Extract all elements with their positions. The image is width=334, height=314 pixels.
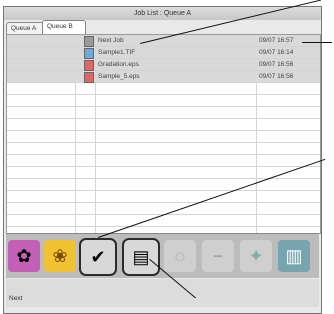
queue-tabs: Queue A Queue B — [6, 20, 321, 34]
tab-queue-b[interactable]: Queue B — [42, 20, 86, 34]
job-list-table: Next Job 09/07 16:57 Sample1.TIF 09/07 1… — [6, 34, 321, 234]
printer-job-icon — [84, 36, 94, 47]
sunflower-icon[interactable]: ❀ — [44, 240, 76, 272]
checkmark-queue-icon[interactable]: ✔ — [79, 238, 117, 276]
job-name: Gradation.eps — [98, 61, 139, 68]
window-title: Job List : Queue A — [4, 7, 321, 20]
empty-row — [7, 155, 320, 167]
tif-file-icon — [84, 48, 94, 59]
table-row[interactable]: Sample_5.eps 09/07 16:56 — [7, 71, 320, 83]
empty-row — [7, 119, 320, 131]
job-time: 09/07 16:56 — [259, 61, 294, 68]
scanner-icon[interactable]: ▤ — [122, 238, 160, 276]
empty-row — [7, 95, 320, 107]
flower-image-icon[interactable]: ✿ — [8, 240, 40, 272]
sparkle-icon[interactable]: ✦ — [240, 240, 272, 272]
empty-row — [7, 107, 320, 119]
empty-row — [7, 143, 320, 155]
empty-row — [7, 83, 320, 95]
job-list-window: Job List : Queue A Queue A Queue B Next … — [3, 6, 322, 314]
job-time: 09/07 16:57 — [259, 37, 294, 44]
job-time: 09/07 16:14 — [259, 49, 294, 56]
bucket-icon[interactable]: ▥ — [278, 240, 310, 272]
job-name: Next Job — [98, 37, 124, 44]
job-name: Sample_5.eps — [98, 73, 140, 80]
empty-row — [7, 191, 320, 203]
job-name: Sample1.TIF — [98, 49, 136, 56]
empty-row — [7, 215, 320, 227]
eps-file-icon — [84, 60, 94, 71]
status-bar: Next — [6, 279, 319, 307]
status-text: Next — [9, 295, 23, 302]
empty-row — [7, 131, 320, 143]
empty-row — [7, 179, 320, 191]
minus-icon[interactable]: − — [202, 240, 234, 272]
table-row[interactable]: Gradation.eps 09/07 16:56 — [7, 59, 320, 71]
eps-file-icon — [84, 72, 94, 83]
callout-line — [302, 42, 332, 43]
disabled-tool-icon[interactable]: ◌ — [164, 240, 196, 272]
job-time: 09/07 16:56 — [259, 73, 294, 80]
table-row[interactable]: Sample1.TIF 09/07 16:14 — [7, 47, 320, 59]
